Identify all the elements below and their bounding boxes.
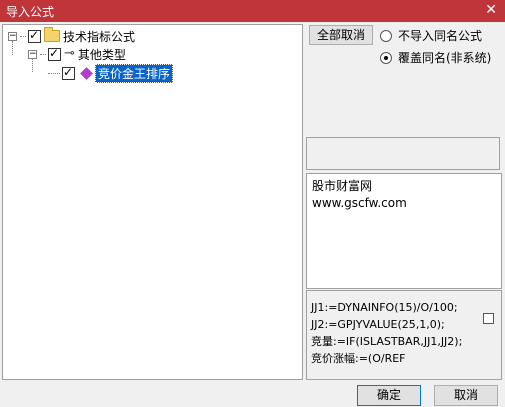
code-line-3: 竞量:=IF(ISLASTBAR,JJ1,JJ2); (311, 335, 463, 348)
cancel-all-button[interactable]: 全部取消 (309, 25, 373, 45)
tree-item-category[interactable]: − ✓ ⊸ 其他类型 (28, 46, 126, 62)
ok-button[interactable]: 确定 (357, 385, 421, 406)
formula-tree[interactable]: − ✓ 技术指标公式 − ✓ ⊸ 其他类型 ✓ 竞价金王排序 (2, 24, 303, 380)
tree-item-root[interactable]: − ✓ 技术指标公式 (8, 27, 136, 44)
empty-info-box (306, 137, 500, 170)
key-icon: ⊸ (64, 46, 75, 61)
close-icon[interactable]: ✕ (485, 1, 497, 19)
tree-item-formula[interactable]: ✓ 竞价金王排序 (48, 63, 174, 83)
formula-checkbox[interactable]: ✓ (62, 65, 75, 80)
radio-skip-label: 不导入同名公式 (398, 29, 483, 43)
code-line-2: JJ2:=GPJYVALUE(25,1,0); (311, 318, 445, 331)
tree-label-formula: 竞价金王排序 (95, 63, 174, 83)
description-box: 股市财富网 www.gscfw.com (306, 173, 502, 289)
code-line-1: JJ1:=DYNAINFO(15)/O/100; (311, 301, 458, 314)
collapse-icon[interactable]: − (8, 31, 17, 41)
description-line-2: www.gscfw.com (312, 196, 407, 210)
cancel-button[interactable]: 取消 (434, 385, 498, 406)
radio-overwrite-label: 覆盖同名(非系统) (398, 51, 492, 65)
root-checkbox[interactable]: ✓ (28, 28, 41, 43)
preview-checkbox[interactable] (483, 313, 494, 324)
window-title: 导入公式 (6, 5, 55, 19)
code-preview-box: JJ1:=DYNAINFO(15)/O/100; JJ2:=GPJYVALUE(… (306, 290, 502, 380)
diamond-icon (80, 66, 93, 80)
radio-skip-icon[interactable] (380, 29, 392, 42)
radio-skip-duplicates[interactable]: 不导入同名公式 (380, 27, 482, 44)
title-bar: 导入公式 ✕ (0, 0, 505, 22)
code-line-4: 竞价涨幅:=(O/REF (311, 352, 406, 365)
tree-label-category: 其他类型 (77, 47, 126, 62)
radio-overwrite-icon[interactable] (380, 51, 392, 64)
radio-overwrite[interactable]: 覆盖同名(非系统) (380, 49, 491, 66)
collapse-icon[interactable]: − (28, 49, 37, 59)
category-checkbox[interactable]: ✓ (48, 46, 61, 61)
tree-label-root: 技术指标公式 (63, 29, 136, 44)
folder-icon (44, 27, 60, 42)
description-line-1: 股市财富网 (312, 179, 373, 193)
